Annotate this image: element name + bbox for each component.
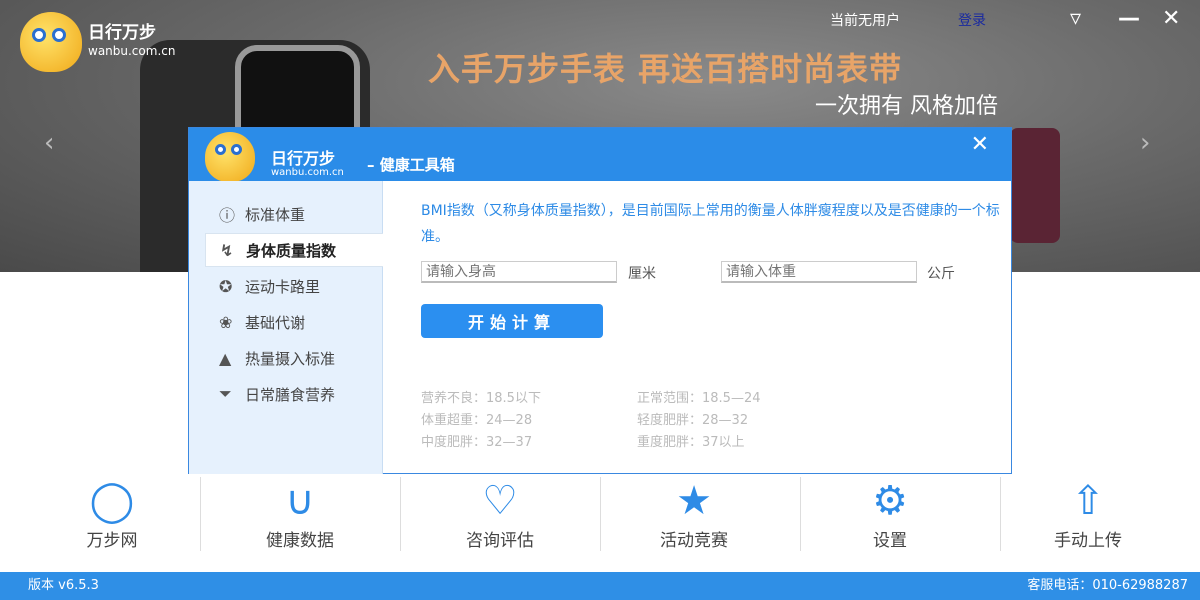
sidebar-item-basal-metabolism[interactable]: ❀ 基础代谢 [205,305,383,339]
close-icon[interactable]: ✕ [1162,6,1180,31]
dialog-logo-domain: wanbu.com.cn [271,167,344,178]
sidebar-item-label: 热量摄入标准 [245,349,336,368]
sidebar-item-label: 身体质量指数 [246,241,337,260]
minimize-icon[interactable]: — [1118,6,1140,31]
food-icon: ▲ [219,348,232,368]
weight-unit: 公斤 [927,266,955,282]
calculate-button[interactable]: 开始计算 [421,304,603,338]
hotline-label: 客服电话：010-62988287 [1027,578,1188,593]
version-label: 版本 v6.5.3 [28,578,99,593]
mascot-icon [20,12,82,72]
nav-label: 手动上传 [1054,531,1122,551]
line-chart-icon: ↯ [220,240,234,260]
status-bar: 版本 v6.5.3 客服电话：010-62988287 [0,572,1200,600]
tool-sidebar: ⓘ 标准体重 ↯ 身体质量指数 ✪ 运动卡路里 ❀ 基础代谢 ▲ 热量摄入标准 ⏷ 日常膳食… [189,181,383,474]
nav-label: 健康数据 [266,531,334,551]
logo-domain: wanbu.com.cn [88,44,176,58]
sidebar-item-label: 基础代谢 [245,313,306,332]
height-input[interactable] [421,261,617,283]
nav-activities[interactable]: ★ 活动竞赛 [594,476,794,552]
sidebar-item-label: 标准体重 [245,205,306,224]
next-arrow-icon[interactable]: › [1140,128,1150,158]
nav-settings[interactable]: ⚙ 设置 [790,476,990,552]
nav-health-data[interactable]: ∪ 健康数据 [200,476,400,552]
menu-dropdown-icon[interactable]: ▿ [1070,6,1081,31]
bmi-range: 轻度肥胖：28—32 [637,413,749,428]
bmi-range: 正常范围：18.5—24 [637,391,761,406]
health-toolbox-dialog: 日行万步 wanbu.com.cn – 健康工具箱 ✕ ⓘ 标准体重 ↯ 身体质量指数… [188,127,1012,474]
cloud-upload-icon: ⇧ [1071,478,1105,524]
user-status: 当前无用户 [830,13,900,29]
dialog-title: – 健康工具箱 [367,156,455,174]
app-logo: 日行万步 wanbu.com.cn [20,12,175,72]
dialog-titlebar: 日行万步 wanbu.com.cn – 健康工具箱 ✕ [189,128,1011,182]
heart-icon: ♡ [482,478,518,524]
logo-text: 日行万步 [88,23,156,43]
nav-label: 活动竞赛 [660,531,728,551]
sidebar-item-exercise-calories[interactable]: ✪ 运动卡路里 [205,269,383,303]
weight-input[interactable] [721,261,917,283]
bmi-panel: BMI指数（又称身体质量指数），是目前国际上常用的衡量人体胖瘦程度以及是否健康的… [421,198,1001,450]
sidebar-item-label: 运动卡路里 [245,277,321,296]
height-unit: 厘米 [628,266,656,282]
bmi-range: 中度肥胖：32—37 [421,435,533,450]
sidebar-item-calorie-intake[interactable]: ▲ 热量摄入标准 [205,341,383,375]
nav-label: 设置 [873,531,907,551]
bmi-range: 重度肥胖：37以上 [637,435,745,450]
sprout-icon: ❀ [219,312,233,332]
gear-icon: ⚙ [872,478,908,524]
runner-icon: ✪ [219,276,233,296]
sidebar-item-standard-weight[interactable]: ⓘ 标准体重 [205,197,383,231]
promo-title: 入手万步手表 再送百搭时尚表带 [428,50,903,88]
bmi-range: 体重超重：24—28 [421,413,533,428]
nav-label: 万步网 [86,531,138,551]
bar-chart-icon: ∪ [285,478,315,524]
sidebar-item-daily-nutrition[interactable]: ⏷ 日常膳食营养 [205,377,383,411]
watch-band-image [1010,128,1060,243]
nav-label: 咨询评估 [466,531,534,551]
info-icon: ⓘ [219,206,236,225]
login-link[interactable]: 登录 [958,10,986,30]
prev-arrow-icon[interactable]: ‹ [44,128,54,158]
nav-manual-upload[interactable]: ⇧ 手动上传 [988,476,1188,552]
dialog-close-icon[interactable]: ✕ [971,132,989,157]
bmi-range: 营养不良：18.5以下 [421,391,541,406]
nav-consult[interactable]: ♡ 咨询评估 [400,476,600,552]
nav-wanbu[interactable]: ◯ 万步网 [12,476,212,552]
sidebar-item-label: 日常膳食营养 [245,385,336,404]
mascot-icon [205,132,255,182]
sidebar-item-bmi[interactable]: ↯ 身体质量指数 [205,233,383,267]
dish-icon: ⏷ [219,384,232,403]
bmi-description: BMI指数（又称身体质量指数），是目前国际上常用的衡量人体胖瘦程度以及是否健康的… [421,203,1000,245]
trophy-icon: ★ [676,478,712,524]
pear-icon: ◯ [89,478,135,524]
promo-subtitle: 一次拥有 风格加倍 [815,94,998,119]
